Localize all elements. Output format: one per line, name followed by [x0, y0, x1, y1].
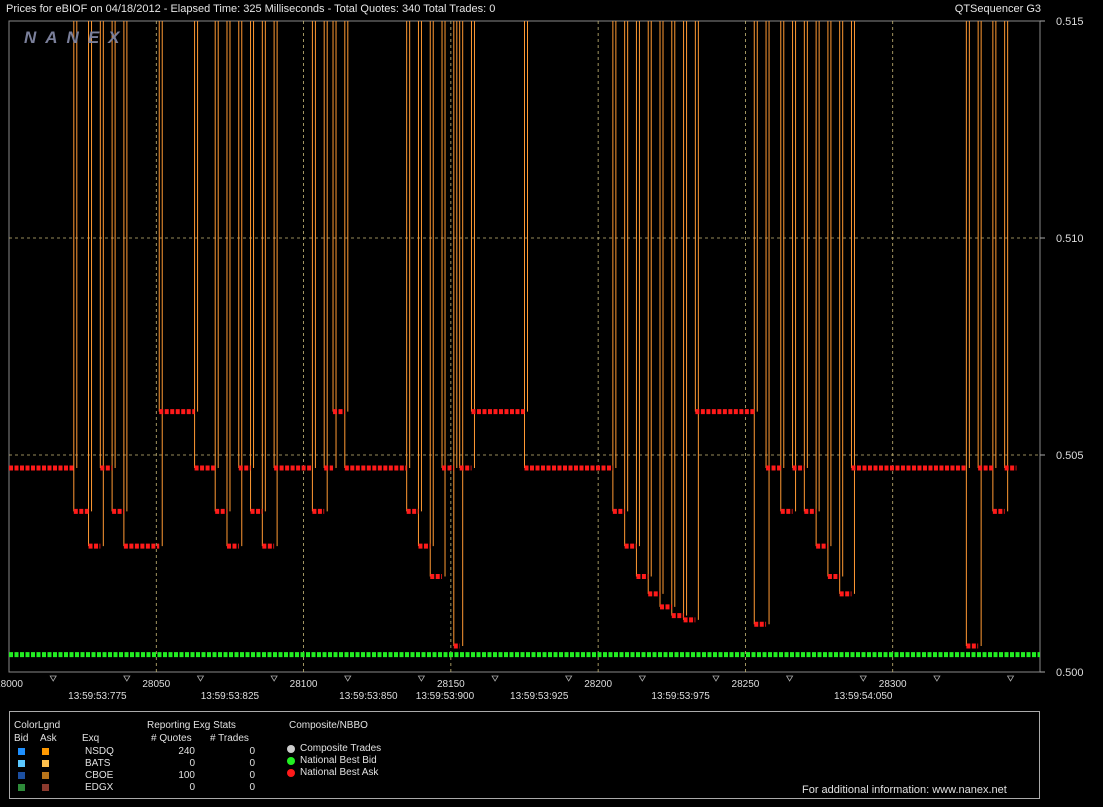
- time-marker: [712, 675, 720, 682]
- x-tick-label: 28150: [437, 679, 465, 690]
- time-marker: [933, 675, 941, 682]
- time-marker: [270, 675, 278, 682]
- nanex-logo: NANEX: [24, 28, 129, 47]
- quotes-header: # Quotes: [151, 733, 192, 744]
- time-tick-label: 13:59:53:975: [651, 691, 710, 700]
- trade-count: 0: [249, 770, 255, 781]
- time-tick-label: 13:59:53:825: [201, 691, 260, 700]
- legend-panel: ColorLgnd Bid Ask Exq Reporting Exg Stat…: [9, 711, 1040, 799]
- time-marker: [344, 675, 352, 682]
- cboe-ask-swatch: [42, 772, 49, 779]
- trade-count: 0: [249, 746, 255, 757]
- quote-spikes: [73, 21, 1009, 646]
- nsdq-ask-swatch: [42, 748, 49, 755]
- nsdq-bid-swatch: [18, 748, 25, 755]
- x-tick-label: 28250: [732, 679, 760, 690]
- quote-count: 0: [189, 758, 195, 769]
- exchange-name: BATS: [85, 758, 111, 769]
- bats-ask-swatch: [42, 760, 49, 767]
- color-legend-title: ColorLgnd: [14, 720, 61, 731]
- price-chart: 0.500 0.505 0.510 0.515 28000 28050 28100 28150…: [0, 16, 1084, 700]
- quote-count: 0: [189, 782, 195, 793]
- time-marker: [491, 675, 499, 682]
- footer-link-text: For additional information: www.nanex.ne…: [802, 784, 1007, 796]
- time-marker: [1006, 675, 1015, 682]
- ask-series: [9, 409, 1017, 649]
- y-tick-label: 0.500: [1056, 667, 1084, 679]
- x-tick-label: 28100: [290, 679, 318, 690]
- time-tick-label: 13:59:53:900: [416, 691, 475, 700]
- stats-title: Reporting Exg Stats: [147, 720, 236, 731]
- time-marker: [196, 675, 205, 682]
- cboe-bid-swatch: [18, 772, 25, 779]
- composite-trades-dot: [287, 745, 295, 753]
- y-tick-label: 0.510: [1056, 233, 1084, 245]
- bid-header: Bid: [14, 733, 29, 744]
- time-marker: [49, 675, 57, 682]
- x-tick-label: 28300: [879, 679, 907, 690]
- time-marker: [785, 675, 794, 682]
- national-best-ask-dot: [287, 769, 295, 777]
- time-marker: [564, 675, 573, 682]
- y-tick-label: 0.515: [1056, 16, 1084, 28]
- trade-count: 0: [249, 782, 255, 793]
- time-marker: [123, 675, 131, 682]
- time-marker: [417, 675, 426, 682]
- y-tick-label: 0.505: [1056, 450, 1084, 462]
- trades-header: # Trades: [210, 733, 249, 744]
- exchange-header: Exq: [82, 733, 100, 744]
- time-marker: [638, 675, 647, 682]
- national-best-bid-dot: [287, 757, 295, 765]
- national-best-ask-label: National Best Ask: [300, 767, 379, 778]
- x-tick-label: 28200: [584, 679, 612, 690]
- time-marker: [859, 675, 867, 682]
- time-tick-label: 13:59:53:775: [68, 691, 127, 700]
- time-tick-label: 13:59:54:050: [834, 691, 893, 700]
- composite-trades-label: Composite Trades: [300, 743, 382, 754]
- edgx-ask-swatch: [42, 784, 49, 791]
- time-tick-label: 13:59:53:850: [339, 691, 398, 700]
- x-tick-label: 28050: [142, 679, 170, 690]
- trade-count: 0: [249, 758, 255, 769]
- composite-title: Composite/NBBO: [289, 720, 368, 731]
- exchange-name: CBOE: [85, 770, 114, 781]
- exchange-name: EDGX: [85, 782, 114, 793]
- quote-count: 100: [178, 770, 195, 781]
- quote-count: 240: [178, 746, 195, 757]
- ask-header: Ask: [40, 733, 57, 744]
- time-tick-label: 13:59:53:925: [510, 691, 569, 700]
- national-best-bid-label: National Best Bid: [300, 755, 377, 766]
- x-tick-label: 28000: [0, 679, 23, 690]
- exchange-name: NSDQ: [85, 746, 114, 757]
- bats-bid-swatch: [18, 760, 25, 767]
- edgx-bid-swatch: [18, 784, 25, 791]
